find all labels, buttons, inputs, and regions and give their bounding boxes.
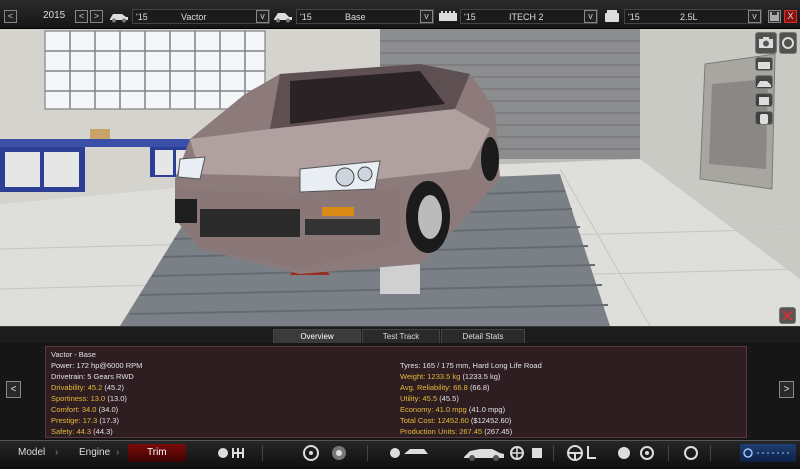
tab-detail-stats[interactable]: Detail Stats [441,329,525,343]
steering-wheel-icon[interactable] [566,444,584,462]
year-prev-button[interactable]: < [4,10,17,23]
car-name: Vactor - Base [51,350,96,359]
year-prev-step-button[interactable]: < [75,10,88,23]
stat-comfort: Comfort: 34.0 (34.0) [51,405,119,414]
stat-weight: Weight: 1233.5 kg (1233.5 kg) [400,372,501,381]
overview-stats: Vactor - Base Power: 172 hp@6000 RPM Dri… [45,346,747,438]
separator [710,445,711,461]
variant-dropdown-button[interactable]: v [748,10,761,23]
prev-car-button[interactable]: < [6,381,21,398]
model-year: '15 [136,12,148,22]
engine-variant-icon [605,10,619,22]
finish-button[interactable] [740,444,796,462]
safety-icon[interactable] [615,444,633,462]
stats-panel: < > Vactor - Base Power: 172 hp@6000 RPM… [0,343,800,440]
year-label: 2015 [43,10,66,21]
year-next-button[interactable]: > [90,10,103,23]
car-body-icon [110,14,128,23]
trim-select[interactable]: '15 Base v [296,9,434,24]
wheel-icon[interactable] [302,444,320,462]
progress-dots-icon [743,448,789,458]
camera-icon [759,37,773,48]
bottom-navigation: Model › Engine › Trim [0,440,800,469]
stat-prestige: Prestige: 17.3 (17.3) [51,416,119,425]
car-silhouette-icon[interactable] [462,444,506,462]
camera-settings-button[interactable] [779,32,797,54]
model-select[interactable]: '15 Vactor v [132,9,270,24]
save-button[interactable] [768,10,781,23]
fan-icon[interactable] [508,444,526,462]
car-top-view-icon [760,114,768,124]
trim-year: '15 [300,12,312,22]
save-icon [770,12,779,21]
engine-name: ITECH 2 [509,12,544,22]
next-car-button[interactable]: > [779,381,794,398]
electronics-icon[interactable] [638,444,656,462]
stat-drivetrain: Drivetrain: 5 Gears RWD [51,372,134,381]
stat-economy: Economy: 41.0 mpg (41.0 mpg) [400,405,506,414]
close-button[interactable]: X [784,10,797,23]
view-rear-button[interactable] [755,93,773,107]
brake-icon[interactable] [388,444,402,462]
car-side-view-icon [757,81,771,87]
car-rear-view-icon [759,97,769,105]
stat-tyres: Tyres: 165 / 175 mm, Hard Long Life Road [400,361,542,370]
engine-select[interactable]: '15 ITECH 2 v [460,9,598,24]
seat-icon[interactable] [584,444,598,462]
engine-dropdown-button[interactable]: v [584,10,597,23]
info-tabs: Overview Test Track Detail Stats [0,326,800,343]
tire-icon[interactable] [330,444,348,462]
engine-block-icon [439,11,457,21]
chevron-right-icon: › [55,447,59,458]
nav-trim[interactable]: Trim [147,446,167,460]
nav-model[interactable]: Model [18,446,45,460]
model-dropdown-button[interactable]: v [256,10,269,23]
chevron-right-icon: › [116,447,120,458]
garage-scene [0,29,800,326]
trim-car-icon [274,13,292,23]
separator [367,445,368,461]
view-front-button[interactable] [755,57,773,71]
stat-drivability: Drivability: 45.2 (45.2) [51,383,124,392]
top-toolbar: < 2015 < > '15 Vactor v '15 Base v '15 I… [0,0,800,29]
car-3d-viewport[interactable] [0,29,800,326]
reset-view-button[interactable] [779,307,796,324]
separator [262,445,263,461]
trim-name: Base [345,12,366,22]
chassis-icon[interactable] [215,444,231,462]
body-panel-icon[interactable] [402,444,430,462]
variant-name: 2.5L [680,12,698,22]
stat-total-cost: Total Cost: 12452.60 ($12452.60) [400,416,512,425]
stat-production-units: Production Units: 267.45 (267.45) [400,427,513,436]
tab-overview[interactable]: Overview [273,329,361,343]
separator [553,445,554,461]
stat-power: Power: 172 hp@6000 RPM [51,361,143,370]
variant-year: '15 [628,12,640,22]
camera-button[interactable] [755,32,777,54]
engine-year: '15 [464,12,476,22]
car-front-view-icon [758,62,770,69]
settings-icon [782,37,794,49]
cross-icon [782,310,793,321]
separator [668,445,669,461]
suspension-icon[interactable] [230,444,248,462]
stat-safety: Safety: 44.3 (44.3) [51,427,113,436]
view-top-button[interactable] [755,111,773,125]
interior-icon[interactable] [528,444,546,462]
stat-utility: Utility: 45.5 (45.5) [400,394,459,403]
stat-sportiness: Sportiness: 13.0 (13.0) [51,394,127,403]
trim-dropdown-button[interactable]: v [420,10,433,23]
variant-select[interactable]: '15 2.5L v [624,9,762,24]
test-icon[interactable] [682,444,700,462]
view-side-button[interactable] [755,75,773,89]
stat-reliability: Avg. Reliability: 66.8 (66.8) [400,383,490,392]
model-name: Vactor [181,12,207,22]
nav-engine[interactable]: Engine [79,446,110,460]
tab-test-track[interactable]: Test Track [362,329,440,343]
